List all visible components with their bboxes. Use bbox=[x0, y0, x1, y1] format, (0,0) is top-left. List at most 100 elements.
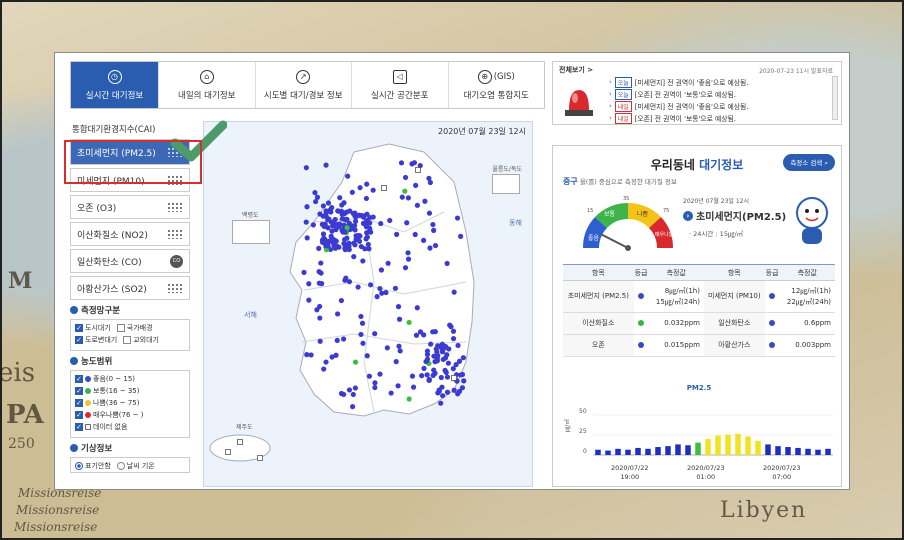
no-data-marker[interactable] bbox=[237, 439, 243, 445]
station-dot[interactable] bbox=[363, 195, 370, 202]
station-dot[interactable] bbox=[353, 214, 359, 220]
station-dot[interactable] bbox=[438, 400, 444, 406]
station-dot[interactable] bbox=[397, 348, 403, 354]
station-dot[interactable] bbox=[374, 294, 380, 300]
station-dot[interactable] bbox=[421, 365, 427, 371]
tab-gis[interactable]: ⊕ (GIS) 대기오염 통합지도 bbox=[449, 62, 545, 108]
station-dot[interactable] bbox=[414, 305, 420, 311]
station-dot[interactable] bbox=[358, 331, 364, 338]
station-dot[interactable] bbox=[434, 355, 440, 362]
station-checkbox[interactable]: 국가배경 bbox=[116, 323, 153, 333]
station-dot[interactable] bbox=[364, 353, 370, 359]
station-dot[interactable] bbox=[317, 211, 323, 217]
station-dot[interactable] bbox=[317, 315, 323, 321]
menu-item-no2[interactable]: 이산화질소 (NO2) bbox=[70, 222, 190, 246]
station-dot[interactable] bbox=[394, 231, 400, 237]
korea-map[interactable]: 2020년 07월 23일 12시 울릉도/독도 백령도 제주도 서해 동해 bbox=[203, 121, 533, 487]
station-dot[interactable] bbox=[335, 311, 341, 317]
station-dot[interactable] bbox=[435, 390, 441, 396]
station-dot[interactable] bbox=[451, 289, 457, 295]
station-dot[interactable] bbox=[402, 174, 409, 181]
station-dot[interactable] bbox=[439, 342, 445, 348]
station-dot[interactable] bbox=[352, 218, 359, 224]
station-dot[interactable] bbox=[328, 219, 334, 225]
station-dot[interactable] bbox=[406, 319, 412, 326]
station-dot[interactable] bbox=[316, 280, 322, 286]
station-dot[interactable] bbox=[395, 304, 402, 310]
station-dot[interactable] bbox=[444, 260, 450, 267]
station-dot[interactable] bbox=[321, 222, 327, 229]
station-dot[interactable] bbox=[363, 236, 369, 242]
notice-item[interactable]: › 내일 [오존] 전 권역이 '보통'으로 예상됨. bbox=[609, 112, 829, 124]
station-dot[interactable] bbox=[316, 245, 322, 251]
weather-radio[interactable]: 날씨 기온 bbox=[116, 461, 155, 471]
station-dot[interactable] bbox=[329, 228, 335, 234]
station-dot[interactable] bbox=[316, 269, 322, 275]
station-dot[interactable] bbox=[431, 367, 437, 373]
station-dot[interactable] bbox=[341, 200, 347, 206]
station-dot[interactable] bbox=[358, 243, 364, 250]
station-dot[interactable] bbox=[367, 225, 373, 231]
station-dot[interactable] bbox=[454, 215, 461, 221]
tab-tomorrow[interactable]: ⌂ 내일의 대기정보 bbox=[159, 62, 256, 108]
station-dot[interactable] bbox=[427, 179, 433, 186]
station-dot[interactable] bbox=[345, 173, 351, 179]
station-dot[interactable] bbox=[342, 229, 348, 235]
station-dot[interactable] bbox=[313, 198, 319, 205]
station-dot[interactable] bbox=[353, 236, 359, 242]
district-name[interactable]: 중구 bbox=[563, 177, 578, 186]
station-dot[interactable] bbox=[377, 285, 383, 292]
station-dot[interactable] bbox=[387, 217, 393, 224]
station-dot[interactable] bbox=[352, 385, 359, 391]
station-dot[interactable] bbox=[399, 194, 405, 200]
station-dot[interactable] bbox=[456, 358, 463, 364]
station-dot[interactable] bbox=[349, 223, 355, 229]
station-dot[interactable] bbox=[338, 297, 345, 304]
station-dot[interactable] bbox=[395, 383, 401, 389]
tab-realtime[interactable]: ◷ 실시간 대기정보 bbox=[71, 62, 159, 108]
station-dot[interactable] bbox=[334, 243, 340, 249]
station-dot[interactable] bbox=[440, 356, 446, 363]
station-dot[interactable] bbox=[329, 205, 335, 211]
notice-item[interactable]: › 오늘 [오존] 전 권역이 '보통'으로 예상됨. bbox=[609, 88, 829, 100]
station-dot[interactable] bbox=[372, 380, 378, 386]
station-dot[interactable] bbox=[351, 254, 357, 260]
station-dot[interactable] bbox=[438, 374, 444, 381]
station-dot[interactable] bbox=[413, 332, 420, 338]
station-dot[interactable] bbox=[321, 366, 327, 372]
station-dot[interactable] bbox=[459, 385, 466, 391]
station-dot[interactable] bbox=[384, 345, 390, 351]
station-dot[interactable] bbox=[459, 371, 466, 378]
station-dot[interactable] bbox=[378, 220, 384, 227]
station-dot[interactable] bbox=[409, 373, 416, 379]
station-dot[interactable] bbox=[405, 256, 412, 262]
station-dot[interactable] bbox=[303, 165, 309, 171]
station-dot[interactable] bbox=[365, 220, 371, 226]
station-dot[interactable] bbox=[337, 195, 343, 201]
station-dot[interactable] bbox=[402, 188, 408, 194]
station-dot[interactable] bbox=[445, 360, 452, 366]
station-dot[interactable] bbox=[426, 376, 432, 383]
station-dot[interactable] bbox=[372, 384, 378, 391]
station-dot[interactable] bbox=[370, 214, 376, 220]
station-dot[interactable] bbox=[411, 160, 418, 166]
arrow-icon[interactable]: › bbox=[683, 210, 693, 221]
station-dot[interactable] bbox=[323, 213, 329, 220]
station-dot[interactable] bbox=[323, 359, 329, 365]
station-dot[interactable] bbox=[427, 245, 433, 251]
station-dot[interactable] bbox=[405, 250, 411, 256]
station-dot[interactable] bbox=[360, 258, 366, 264]
tab-regional[interactable]: ↗ 시도별 대기/경보 정보 bbox=[256, 62, 352, 108]
station-dot[interactable] bbox=[421, 237, 427, 243]
station-dot[interactable] bbox=[426, 210, 433, 216]
station-checkbox[interactable]: ✓ 도시대기 bbox=[75, 323, 111, 333]
station-dot[interactable] bbox=[402, 265, 409, 271]
station-dot[interactable] bbox=[444, 352, 450, 358]
station-dot[interactable] bbox=[372, 331, 378, 337]
station-search-button[interactable]: 측정소 검색 ⌕ bbox=[783, 154, 835, 171]
station-dot[interactable] bbox=[321, 235, 327, 241]
station-dot[interactable] bbox=[431, 227, 437, 233]
station-dot[interactable] bbox=[342, 277, 348, 283]
station-dot[interactable] bbox=[392, 285, 399, 291]
station-dot[interactable] bbox=[410, 384, 417, 390]
